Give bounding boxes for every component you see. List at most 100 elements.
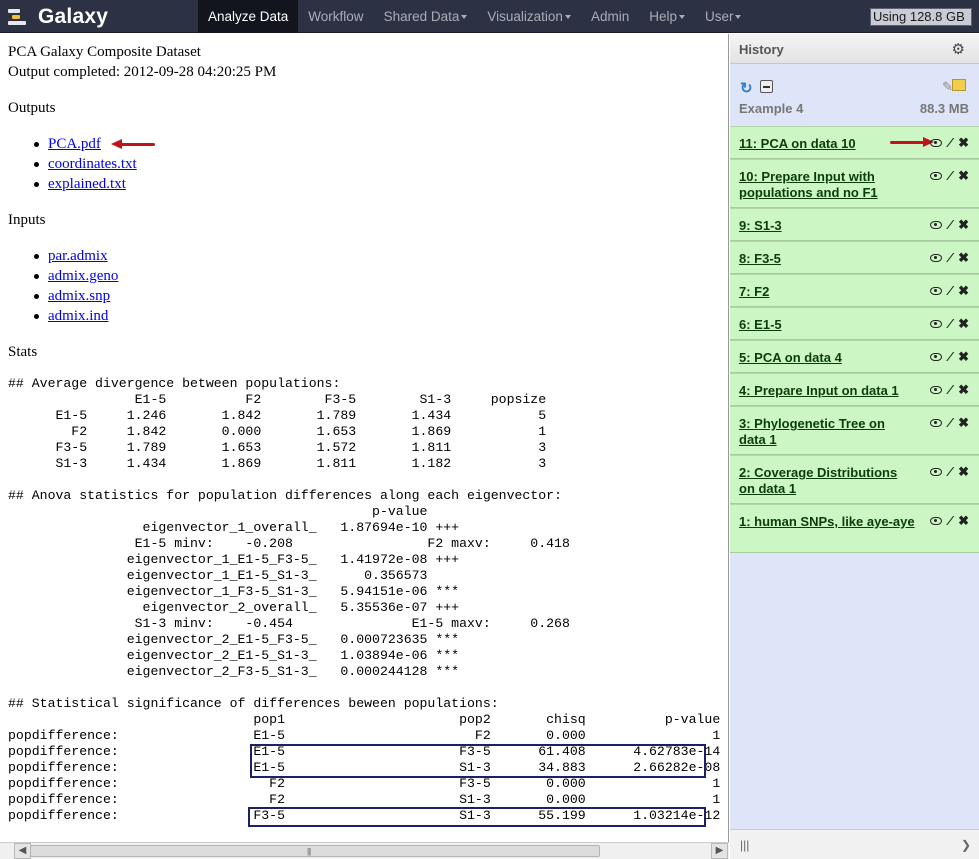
delete-icon[interactable]: ✖ — [958, 168, 969, 184]
highlight-box-significant-rows — [250, 744, 706, 778]
eye-icon[interactable] — [929, 353, 942, 361]
scroll-right-icon[interactable]: ▶ — [711, 843, 728, 859]
delete-icon[interactable]: ✖ — [958, 135, 969, 151]
delete-icon[interactable]: ✖ — [958, 250, 969, 266]
history-dataset[interactable]: 2: Coverage Distributions on data 1 ⁄ ✖ — [730, 455, 979, 504]
nav-tab-label: Admin — [590, 9, 630, 24]
history-dataset[interactable]: 11: PCA on data 10 ⁄ ✖ — [730, 126, 979, 159]
delete-icon[interactable]: ✖ — [958, 382, 969, 398]
pencil-icon[interactable]: ⁄ — [949, 464, 951, 480]
nav-tab-analyze-data[interactable]: Analyze Data — [198, 0, 299, 33]
dataset-title[interactable]: 6: E1-5 — [739, 317, 915, 333]
history-dataset[interactable]: 7: F2 ⁄ ✖ — [730, 274, 979, 307]
dataset-title[interactable]: 10: Prepare Input with populations and n… — [739, 169, 915, 201]
scroll-left-icon[interactable]: ◀ — [14, 843, 31, 859]
dataset-title[interactable]: 9: S1-3 — [739, 218, 915, 234]
pencil-icon[interactable]: ⁄ — [949, 283, 951, 299]
gear-icon[interactable]: ⚙ — [952, 40, 965, 58]
expand-right-icon[interactable]: ❯ — [961, 838, 971, 852]
list-item: coordinates.txt — [8, 154, 723, 174]
outputs-heading: Outputs — [8, 100, 56, 116]
history-name[interactable]: Example 4 — [739, 101, 803, 116]
collapse-left-icon[interactable]: ||| — [740, 838, 749, 852]
dataset-actions: ⁄ ✖ — [923, 135, 969, 151]
eye-icon[interactable] — [929, 468, 942, 476]
pencil-icon[interactable]: ⁄ — [949, 316, 951, 332]
pencil-icon[interactable]: ⁄ — [949, 217, 951, 233]
nav-tab-user[interactable]: User — [695, 0, 752, 33]
dataset-title[interactable]: 7: F2 — [739, 284, 915, 300]
file-link-admix-snp[interactable]: admix.snp — [48, 288, 110, 304]
scroll-thumb[interactable] — [30, 845, 600, 857]
eye-icon[interactable] — [929, 172, 942, 180]
history-dataset[interactable]: 10: Prepare Input with populations and n… — [730, 159, 979, 208]
eye-icon[interactable] — [929, 320, 942, 328]
file-link-admix-geno[interactable]: admix.geno — [48, 268, 118, 284]
dataset-title[interactable]: 5: PCA on data 4 — [739, 350, 915, 366]
eye-icon[interactable] — [929, 254, 942, 262]
nav-tab-label: Workflow — [308, 9, 364, 24]
history-dataset[interactable]: 4: Prepare Input on data 1 ⁄ ✖ — [730, 373, 979, 406]
nav-tab-shared-data[interactable]: Shared Data — [374, 0, 478, 33]
history-bottom-bar: ||| ❯ — [730, 829, 979, 859]
eye-icon[interactable] — [929, 419, 942, 427]
delete-icon[interactable]: ✖ — [958, 464, 969, 480]
delete-icon[interactable]: ✖ — [958, 217, 969, 233]
pencil-icon[interactable]: ⁄ — [949, 513, 951, 529]
nav-tab-visualization[interactable]: Visualization — [477, 0, 581, 33]
history-dataset[interactable]: 6: E1-5 ⁄ ✖ — [730, 307, 979, 340]
pencil-icon[interactable]: ⁄ — [949, 415, 951, 431]
red-arrow-annotation-icon — [110, 138, 155, 150]
file-link-explained-txt[interactable]: explained.txt — [48, 176, 126, 192]
dataset-title[interactable]: 4: Prepare Input on data 1 — [739, 383, 915, 399]
file-link-pca-pdf[interactable]: PCA.pdf — [48, 136, 101, 152]
history-dataset[interactable]: 5: PCA on data 4 ⁄ ✖ — [730, 340, 979, 373]
dataset-actions: ⁄ ✖ — [923, 415, 969, 431]
collapse-icon[interactable] — [760, 80, 773, 93]
history-dataset[interactable]: 9: S1-3 ⁄ ✖ — [730, 208, 979, 241]
history-title: History — [739, 42, 784, 57]
brand[interactable]: Galaxy — [6, 4, 108, 30]
nav-tab-help[interactable]: Help — [639, 0, 695, 33]
delete-icon[interactable]: ✖ — [958, 349, 969, 365]
file-link-admix-ind[interactable]: admix.ind — [48, 308, 108, 324]
dataset-actions: ⁄ ✖ — [923, 316, 969, 332]
output-timestamp: Output completed: 2012-09-28 04:20:25 PM — [8, 64, 277, 80]
pencil-icon[interactable]: ⁄ — [949, 250, 951, 266]
refresh-icon[interactable]: ↻ — [740, 79, 753, 97]
history-dataset[interactable]: 1: human SNPs, like aye-aye ⁄ ✖ — [730, 504, 979, 553]
dataset-content: PCA Galaxy Composite Dataset Output comp… — [8, 42, 723, 824]
caret-down-icon — [678, 15, 685, 20]
list-item: admix.geno — [8, 266, 723, 286]
eye-icon[interactable] — [929, 139, 942, 147]
history-header: History ⚙ — [730, 34, 979, 64]
list-item: explained.txt — [8, 174, 723, 194]
dataset-title[interactable]: 11: PCA on data 10 — [739, 136, 915, 152]
dataset-title[interactable]: 8: F3-5 — [739, 251, 915, 267]
center-horizontal-scrollbar[interactable]: ◀ ||| ▶ — [0, 842, 729, 859]
history-dataset[interactable]: 8: F3-5 ⁄ ✖ — [730, 241, 979, 274]
history-dataset[interactable]: 3: Phylogenetic Tree on data 1 ⁄ ✖ — [730, 406, 979, 455]
dataset-title[interactable]: 1: human SNPs, like aye-aye — [739, 514, 915, 530]
pencil-icon[interactable]: ⁄ — [949, 135, 951, 151]
pencil-icon[interactable]: ⁄ — [949, 382, 951, 398]
dataset-title[interactable]: 2: Coverage Distributions on data 1 — [739, 465, 915, 497]
nav-tab-label: Shared Data — [383, 9, 460, 24]
delete-icon[interactable]: ✖ — [958, 513, 969, 529]
galaxy-logo-icon — [6, 6, 30, 28]
file-link-coordinates-txt[interactable]: coordinates.txt — [48, 156, 137, 172]
pencil-icon[interactable]: ⁄ — [949, 349, 951, 365]
eye-icon[interactable] — [929, 287, 942, 295]
delete-icon[interactable]: ✖ — [958, 415, 969, 431]
nav-tab-workflow[interactable]: Workflow — [298, 0, 373, 33]
nav-tab-admin[interactable]: Admin — [581, 0, 639, 33]
eye-icon[interactable] — [929, 386, 942, 394]
dataset-title[interactable]: 3: Phylogenetic Tree on data 1 — [739, 416, 915, 448]
delete-icon[interactable]: ✖ — [958, 316, 969, 332]
file-link-par-admix[interactable]: par.admix — [48, 248, 108, 264]
eye-icon[interactable] — [929, 221, 942, 229]
annotation-icon[interactable] — [952, 79, 966, 91]
eye-icon[interactable] — [929, 517, 942, 525]
delete-icon[interactable]: ✖ — [958, 283, 969, 299]
pencil-icon[interactable]: ⁄ — [949, 168, 951, 184]
